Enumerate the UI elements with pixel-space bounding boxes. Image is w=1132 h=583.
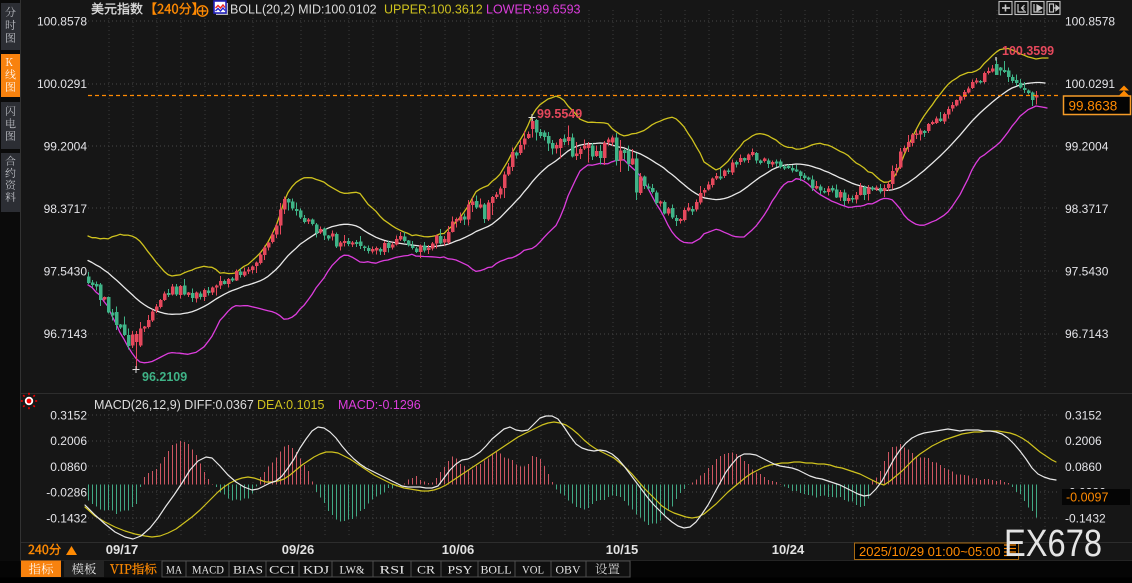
svg-text:0.2006: 0.2006 <box>1065 434 1102 448</box>
svg-text:LOWER:99.6593: LOWER:99.6593 <box>486 3 581 17</box>
svg-text:UPPER:100.3612: UPPER:100.3612 <box>384 3 483 17</box>
svg-text:09/17: 09/17 <box>106 542 139 557</box>
svg-text:99.2004: 99.2004 <box>44 140 88 154</box>
svg-text:09/26: 09/26 <box>282 542 315 557</box>
svg-text:PSY: PSY <box>448 563 473 577</box>
svg-text:0.2006: 0.2006 <box>50 434 87 448</box>
svg-text:MA: MA <box>166 563 182 577</box>
svg-text:98.3717: 98.3717 <box>44 202 88 216</box>
svg-text:0.0860: 0.0860 <box>1065 460 1102 474</box>
svg-text:-0.0097: -0.0097 <box>1066 491 1108 505</box>
svg-text:100.3599: 100.3599 <box>1002 44 1054 58</box>
svg-text:0.3152: 0.3152 <box>1065 409 1102 423</box>
svg-text:MACD: MACD <box>192 563 224 577</box>
svg-text:MACD:-0.1296: MACD:-0.1296 <box>338 398 421 412</box>
svg-text:BOLL: BOLL <box>481 563 512 577</box>
svg-text:10/15: 10/15 <box>606 542 639 557</box>
svg-text:BIAS: BIAS <box>233 563 263 577</box>
svg-text:KDJ: KDJ <box>303 563 329 577</box>
svg-text:97.5430: 97.5430 <box>1065 265 1109 279</box>
svg-text:CCI: CCI <box>269 563 295 577</box>
svg-text:100.8578: 100.8578 <box>37 15 87 29</box>
svg-text:99.8638: 99.8638 <box>1069 99 1118 114</box>
svg-text:100.0291: 100.0291 <box>37 77 87 91</box>
svg-text:-0.1432: -0.1432 <box>46 511 87 525</box>
svg-text:97.5430: 97.5430 <box>44 265 88 279</box>
svg-text:VOL: VOL <box>522 563 544 577</box>
svg-text:99.2004: 99.2004 <box>1065 140 1109 154</box>
svg-text:96.7143: 96.7143 <box>1065 327 1109 341</box>
svg-text:100.8578: 100.8578 <box>1065 15 1115 29</box>
svg-text:LW&: LW& <box>340 563 366 577</box>
svg-text:0.0860: 0.0860 <box>50 460 87 474</box>
svg-text:-0.0286: -0.0286 <box>46 486 87 500</box>
svg-text:CR: CR <box>417 563 435 577</box>
svg-text:RSI: RSI <box>380 563 405 577</box>
svg-text:0.3152: 0.3152 <box>50 409 87 423</box>
svg-text:BOLL(20,2) MID:100.0102: BOLL(20,2) MID:100.0102 <box>230 3 377 17</box>
svg-text:99.5549: 99.5549 <box>537 107 582 121</box>
svg-text:96.7143: 96.7143 <box>44 327 88 341</box>
svg-text:96.2109: 96.2109 <box>142 370 187 384</box>
svg-text:OBV: OBV <box>556 563 581 577</box>
svg-text:100.0291: 100.0291 <box>1065 77 1115 91</box>
svg-text:MACD(26,12,9) DIFF:0.0367: MACD(26,12,9) DIFF:0.0367 <box>94 398 254 412</box>
svg-text:EX678: EX678 <box>1004 523 1102 565</box>
svg-text:DEA:0.1015: DEA:0.1015 <box>257 398 324 412</box>
svg-text:10/06: 10/06 <box>442 542 475 557</box>
svg-text:10/24: 10/24 <box>772 542 805 557</box>
svg-text:2025/10/29 01:00~05:00: 2025/10/29 01:00~05:00 <box>859 544 1000 559</box>
svg-text:98.3717: 98.3717 <box>1065 202 1109 216</box>
